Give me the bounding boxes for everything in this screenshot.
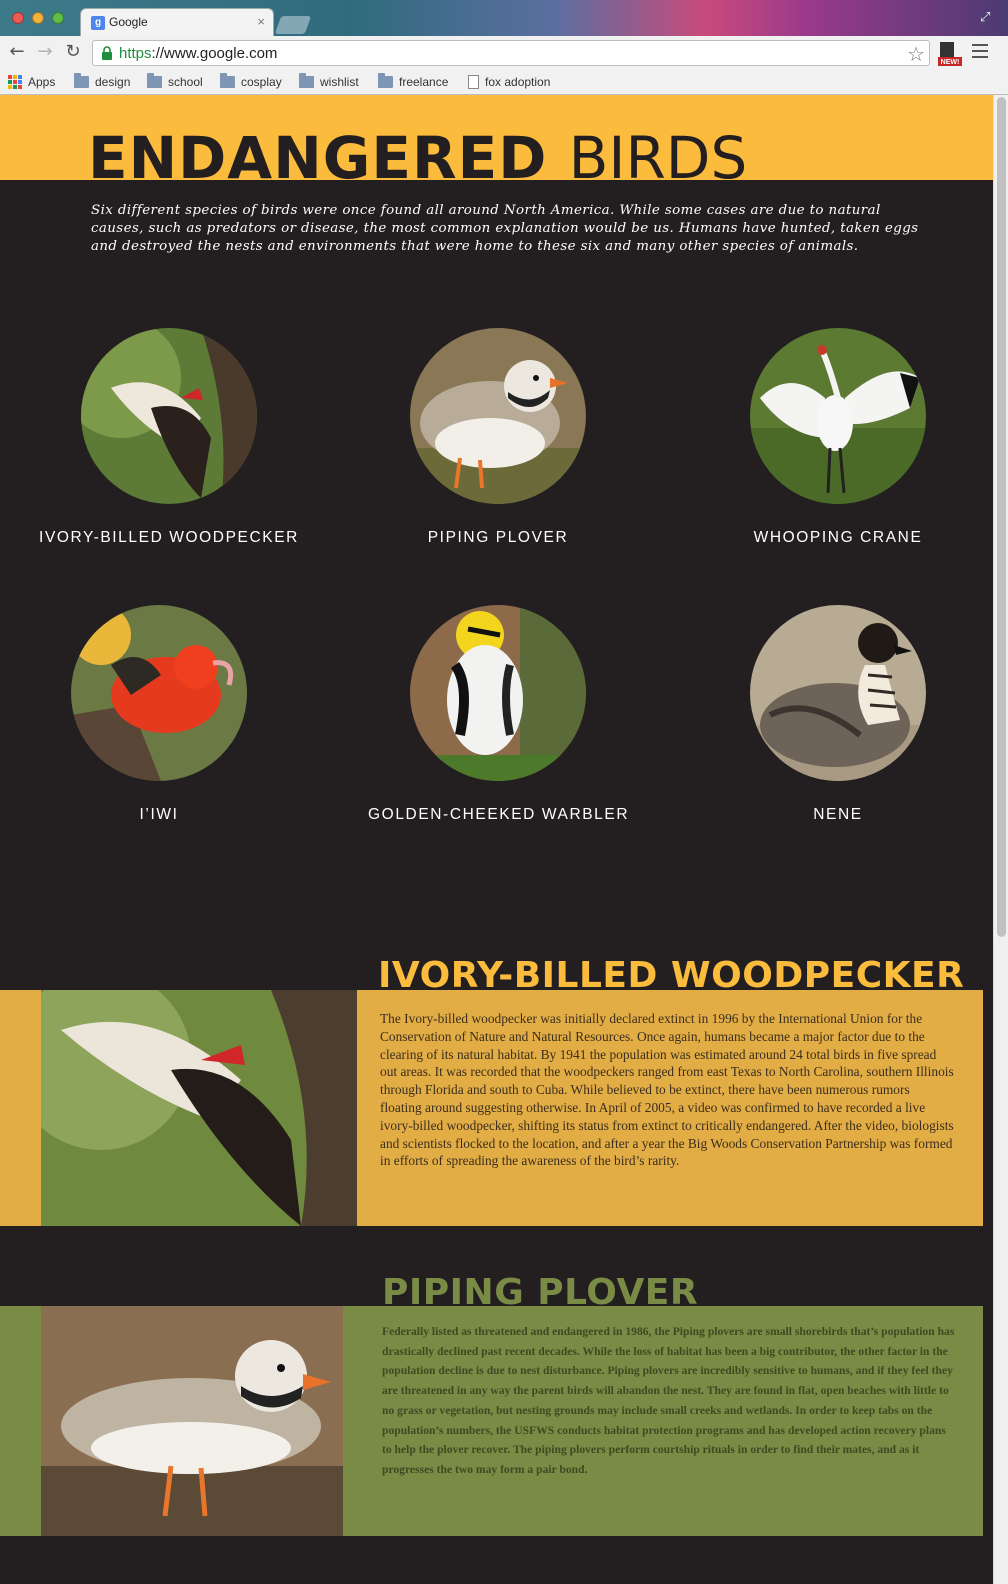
bookmark-fox-adoption[interactable]: fox adoption	[468, 73, 550, 91]
warbler-photo	[410, 605, 586, 781]
title-light: BIRDS	[568, 124, 748, 192]
apps-grid-icon	[8, 75, 22, 89]
woodpecker-photo	[81, 328, 257, 504]
bookmarks-bar: Apps design school cosplay wishlist free…	[0, 70, 1008, 95]
bookmark-label: cosplay	[241, 75, 282, 89]
url-host: ://www.google.com	[151, 45, 278, 62]
plover-section-band: Federally listed as threatened and endan…	[0, 1306, 983, 1536]
page-title: ENDANGERED BIRDS	[88, 125, 747, 191]
iiwi-photo	[71, 605, 247, 781]
tab-google[interactable]: g Google ×	[80, 8, 274, 36]
bookmark-apps[interactable]: Apps	[8, 73, 55, 91]
folder-icon	[74, 73, 89, 88]
section-body-woodpecker: The Ivory-billed woodpecker was initiall…	[380, 1011, 954, 1169]
url-text: https://www.google.com	[119, 45, 277, 62]
tab-title: Google	[109, 15, 148, 29]
nene-photo	[750, 605, 926, 781]
page-icon	[468, 75, 479, 89]
extension-icon[interactable]: NEW!	[938, 42, 962, 66]
plover-photo	[410, 328, 586, 504]
title-bold: ENDANGERED	[88, 124, 548, 192]
url-scheme: https	[119, 45, 152, 62]
intro-text: Six different species of birds were once…	[91, 203, 919, 254]
reload-button[interactable]: ↻	[62, 41, 84, 63]
bird-card-warbler[interactable]: GOLDEN-CHEEKED WARBLER	[368, 605, 628, 824]
browser-chrome: g Google × ⤢ ← → ↻ https://www.google.co…	[0, 0, 1008, 95]
lock-icon	[102, 46, 112, 60]
extension-badge: NEW!	[941, 59, 960, 66]
fullscreen-icon[interactable]: ⤢	[980, 10, 994, 25]
bookmark-label: freelance	[399, 75, 449, 89]
bird-card-plover[interactable]: PIPING PLOVER	[368, 328, 628, 547]
bookmark-school[interactable]: school	[147, 73, 203, 91]
bookmark-label: school	[168, 75, 203, 89]
section-body-plover: Federally listed as threatened and endan…	[382, 1325, 955, 1476]
bookmark-label: fox adoption	[485, 75, 551, 89]
plover-large-photo	[41, 1306, 343, 1536]
bookmark-freelance[interactable]: freelance	[378, 73, 448, 91]
bird-card-nene[interactable]: NENE	[708, 605, 968, 824]
bird-card-woodpecker[interactable]: IVORY-BILLED WOODPECKER	[39, 328, 299, 547]
bookmark-star-icon[interactable]: ☆	[907, 42, 925, 66]
window-minimize-button[interactable]	[32, 12, 44, 24]
page-scrollbar[interactable]	[993, 95, 1008, 1584]
window-maximize-button[interactable]	[52, 12, 64, 24]
bookmark-design[interactable]: design	[74, 73, 130, 91]
bird-label: WHOOPING CRANE	[753, 529, 923, 546]
tab-close-icon[interactable]: ×	[257, 14, 265, 29]
bird-card-crane[interactable]: WHOOPING CRANE	[708, 328, 968, 547]
bookmark-cosplay[interactable]: cosplay	[220, 73, 282, 91]
browser-toolbar: ← → ↻ https://www.google.com ☆ NEW!	[0, 36, 1008, 70]
crane-photo	[750, 328, 926, 504]
window-close-button[interactable]	[12, 12, 24, 24]
folder-icon	[299, 73, 314, 88]
back-button[interactable]: ←	[6, 41, 28, 63]
bookmark-label: wishlist	[320, 75, 359, 89]
folder-icon	[220, 73, 235, 88]
new-tab-button[interactable]	[274, 16, 312, 34]
bird-label: IVORY-BILLED WOODPECKER	[39, 529, 299, 546]
woodpecker-large-photo	[41, 990, 357, 1226]
bookmark-label: design	[95, 75, 131, 89]
folder-icon	[378, 73, 393, 88]
bird-label: PIPING PLOVER	[427, 529, 569, 546]
bookmark-wishlist[interactable]: wishlist	[299, 73, 359, 91]
address-bar[interactable]: https://www.google.com ☆	[92, 40, 930, 66]
scrollbar-thumb[interactable]	[997, 97, 1006, 937]
google-favicon-icon: g	[91, 16, 105, 30]
bookmark-label: Apps	[28, 75, 56, 89]
bird-label: GOLDEN-CHEEKED WARBLER	[368, 806, 630, 823]
tab-strip: g Google × ⤢	[0, 0, 1008, 36]
browser-menu-icon[interactable]	[972, 44, 988, 60]
woodpecker-section-band: The Ivory-billed woodpecker was initiall…	[0, 990, 983, 1226]
bird-card-iiwi[interactable]: I’IWI	[29, 605, 289, 824]
bird-label: I’IWI	[139, 806, 179, 823]
web-page: ENDANGERED BIRDS Six different species o…	[0, 95, 993, 1584]
forward-button[interactable]: →	[34, 41, 56, 63]
bird-label: NENE	[813, 806, 863, 823]
folder-icon	[147, 73, 162, 88]
